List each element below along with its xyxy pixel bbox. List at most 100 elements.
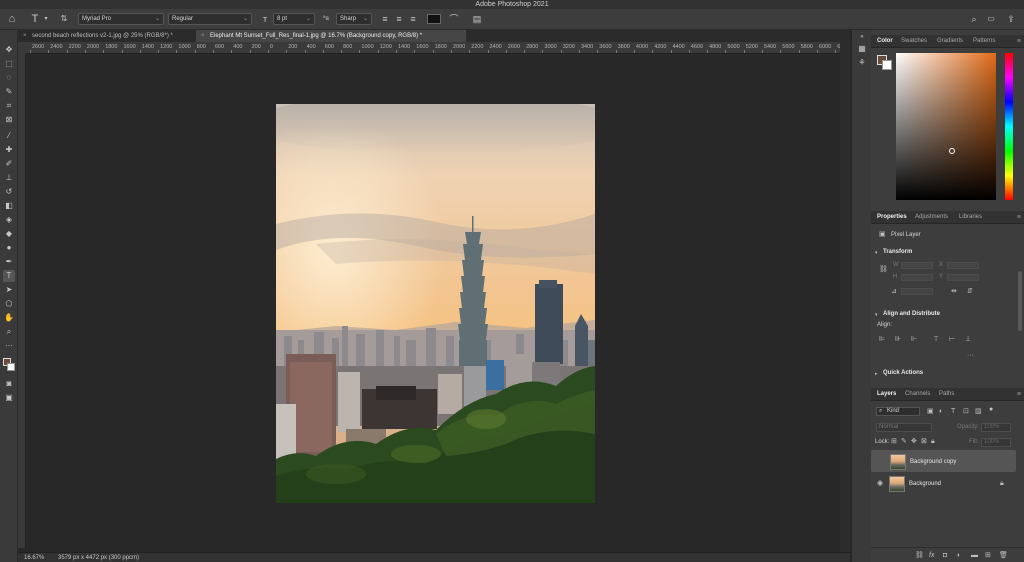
history-brush-tool-icon[interactable]: ↺ (3, 186, 15, 198)
path-selection-tool-icon[interactable]: ➤ (3, 284, 15, 296)
clone-stamp-tool-icon[interactable]: ⊥ (3, 172, 15, 184)
x-field[interactable] (947, 262, 979, 269)
align-horizontal-centers-icon[interactable]: ⊪ (895, 336, 901, 344)
tab-color[interactable]: Color (877, 35, 893, 48)
vertical-ruler[interactable] (18, 54, 26, 548)
link-icon[interactable]: ⛓ (879, 266, 888, 274)
text-orientation-icon[interactable]: ⇅ (58, 13, 70, 25)
tab-elephant-mt[interactable]: × Elephant Mt Sunset_Full_Res_final-1.jp… (196, 30, 466, 42)
brush-settings-icon[interactable]: ⚘ (857, 58, 867, 68)
home-icon[interactable]: ⌂ (5, 13, 19, 25)
lock-artboard-icon[interactable]: ⊠ (921, 438, 927, 446)
close-icon[interactable]: × (201, 30, 205, 42)
canvas-area[interactable] (26, 55, 840, 548)
angle-field[interactable] (901, 288, 933, 295)
font-family-select[interactable]: Myriad Pro ⌄ (78, 13, 164, 25)
width-field[interactable] (901, 262, 933, 269)
adjustment-layer-icon[interactable]: ◐ (957, 552, 961, 560)
tab-libraries[interactable]: Libraries (959, 211, 982, 224)
ruler-origin[interactable] (18, 42, 26, 54)
close-icon[interactable]: × (23, 30, 27, 42)
text-color-swatch[interactable] (427, 14, 441, 24)
align-left-icon[interactable]: ≡ (379, 13, 391, 25)
document-image[interactable] (276, 104, 595, 503)
quick-mask-icon[interactable]: ◙ (3, 378, 15, 390)
frame-tool-icon[interactable]: ⊠ (3, 114, 15, 126)
blend-mode-select[interactable]: Normal (876, 423, 932, 432)
tab-swatches[interactable]: Swatches (901, 35, 927, 48)
y-field[interactable] (947, 274, 979, 281)
chevron-down-icon[interactable]: ▾ (875, 249, 878, 257)
tab-layers[interactable]: Layers (877, 388, 896, 401)
chevron-right-icon[interactable]: ▸ (875, 370, 878, 378)
marquee-tool-icon[interactable]: ⬚ (3, 58, 15, 70)
pen-tool-icon[interactable]: ✒ (3, 256, 15, 268)
character-panel-icon[interactable]: ▤ (471, 13, 483, 25)
shape-tool-icon[interactable]: ⬠ (3, 298, 15, 310)
filter-adjustment-icon[interactable]: ◐ (939, 408, 943, 416)
filter-type-icon[interactable]: T (951, 408, 955, 416)
tab-properties[interactable]: Properties (877, 211, 907, 224)
fill-field[interactable]: 100% (981, 438, 1011, 447)
dodge-tool-icon[interactable]: ● (3, 242, 15, 254)
more-options-icon[interactable]: ··· (967, 352, 974, 360)
font-size-select[interactable]: 8 pt ⌄ (273, 13, 315, 25)
panel-menu-icon[interactable]: ≡ (1017, 211, 1021, 224)
eyedropper-tool-icon[interactable]: ⁄ (3, 130, 15, 142)
new-layer-icon[interactable]: ⊞ (985, 552, 991, 560)
align-right-icon[interactable]: ≡ (407, 13, 419, 25)
filter-pixel-icon[interactable]: ▣ (927, 408, 934, 416)
align-left-edges-icon[interactable]: ⊫ (879, 336, 885, 344)
tab-second-beach[interactable]: × second beach reflections v2-1.jpg @ 25… (18, 30, 196, 42)
background-color-swatch[interactable] (7, 363, 15, 371)
hue-slider[interactable] (1005, 53, 1013, 200)
tab-patterns[interactable]: Patterns (973, 35, 995, 48)
warp-text-icon[interactable]: ⌒ (448, 13, 460, 25)
type-tool-icon[interactable]: T (28, 13, 42, 25)
tab-paths[interactable]: Paths (939, 388, 954, 401)
history-panel-icon[interactable]: ▦ (857, 44, 867, 54)
move-tool-icon[interactable]: ✥ (3, 44, 15, 56)
zoom-level[interactable]: 16.67% (24, 553, 44, 562)
horizontal-ruler[interactable]: 2600 2400 2200 2000 1800 1600 1400 1200 1000 800 6… (26, 42, 840, 54)
tool-preset-chevron-icon[interactable]: ▾ (42, 13, 50, 25)
screen-mode-icon[interactable]: ▣ (3, 392, 15, 404)
layer-filter-select[interactable]: ⌕ Kind (876, 407, 920, 416)
lock-transparent-icon[interactable]: ⊞ (891, 438, 897, 446)
align-center-icon[interactable]: ≡ (393, 13, 405, 25)
filter-shape-icon[interactable]: ⊡ (963, 408, 969, 416)
hand-tool-icon[interactable]: ✋ (3, 312, 15, 324)
filter-toggle-icon[interactable]: ● (989, 406, 993, 414)
blur-tool-icon[interactable]: ◆ (3, 228, 15, 240)
align-top-edges-icon[interactable]: ⊤ (933, 336, 939, 344)
layer-row-background[interactable]: ◉ Background 🔒︎ (871, 473, 1016, 495)
type-tool-icon[interactable]: T (3, 270, 15, 282)
lock-image-icon[interactable]: ✎ (901, 438, 907, 446)
tab-channels[interactable]: Channels (905, 388, 930, 401)
expand-panels-icon[interactable]: « (857, 32, 867, 42)
document-info[interactable]: 3579 px x 4472 px (300 ppcm) (58, 553, 139, 562)
opacity-field[interactable]: 100% (981, 423, 1011, 432)
delete-layer-icon[interactable]: 🗑︎ (999, 552, 1008, 560)
align-bottom-edges-icon[interactable]: ⊥ (965, 336, 971, 344)
layer-mask-icon[interactable]: ◘ (943, 552, 947, 560)
search-icon[interactable]: ⌕ (968, 13, 980, 25)
filter-smart-object-icon[interactable]: ▨ (975, 408, 982, 416)
align-vertical-centers-icon[interactable]: ⊢ (949, 336, 955, 344)
link-layers-icon[interactable]: ⛓ (915, 552, 924, 560)
panel-menu-icon[interactable]: ≡ (1017, 35, 1021, 48)
lasso-tool-icon[interactable]: ◌ (3, 72, 15, 84)
color-background-swatch[interactable] (882, 60, 892, 70)
tab-gradients[interactable]: Gradients (937, 35, 963, 48)
properties-scrollbar[interactable] (1018, 271, 1022, 331)
color-picker-field[interactable] (896, 53, 996, 200)
tab-adjustments[interactable]: Adjustments (915, 211, 948, 224)
eraser-tool-icon[interactable]: ◧ (3, 200, 15, 212)
flip-horizontal-icon[interactable]: ⇹ (951, 288, 957, 296)
fx-icon[interactable]: fx (929, 552, 934, 560)
new-group-icon[interactable]: ▬ (971, 552, 978, 560)
font-style-select[interactable]: Regular ⌄ (168, 13, 252, 25)
more-tools-icon[interactable]: ··· (3, 340, 15, 352)
share-icon[interactable]: ⇪ (1005, 13, 1017, 25)
quick-select-tool-icon[interactable]: ✎ (3, 86, 15, 98)
